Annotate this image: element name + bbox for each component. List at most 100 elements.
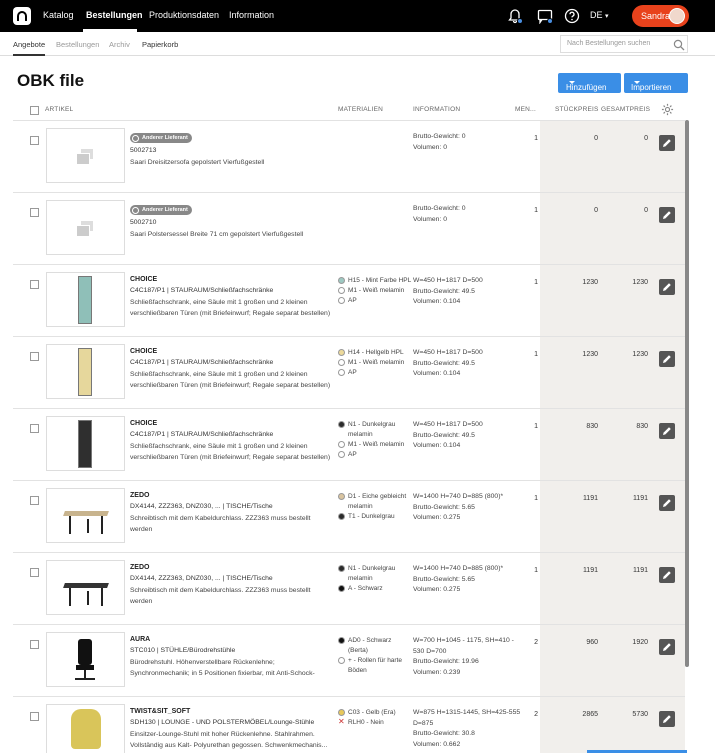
edit-button[interactable] [659, 207, 675, 223]
unit-price: 830 [586, 423, 598, 430]
col-quantity[interactable]: MEN... [515, 106, 536, 113]
row-checkbox[interactable] [30, 424, 39, 433]
info-line: Volumen: 0.239 [413, 668, 461, 676]
quantity-value[interactable]: 2 [523, 639, 538, 646]
row-checkbox[interactable] [30, 640, 39, 649]
row-checkbox[interactable] [30, 352, 39, 361]
product-thumbnail[interactable] [46, 128, 125, 183]
row-checkbox[interactable] [30, 280, 39, 289]
table-row: CHOICE C4C187/P1 | STAURAUM/Schließfachsc… [13, 264, 685, 335]
material-label: M1 - Weiß melamin [348, 441, 405, 448]
material-swatch-icon [338, 287, 345, 294]
material-item: H14 - Hellgelb HPL [338, 348, 413, 358]
select-all-checkbox[interactable] [30, 106, 39, 115]
info-block: W=1400 H=740 D=885 (800)* Brutto-Gewicht:… [413, 564, 523, 596]
user-menu-button[interactable]: Sandra [632, 5, 689, 27]
tab-papierkorb[interactable]: Papierkorb [142, 40, 178, 49]
material-swatch-icon [338, 359, 345, 366]
tab-archiv[interactable]: Archiv [109, 40, 130, 49]
help-icon[interactable] [564, 8, 580, 24]
language-label: DE [590, 10, 603, 20]
product-path: SDH130 | LOUNGE - UND POLSTERMÖBEL/Loung… [130, 719, 315, 726]
info-block: W=875 H=1315-1445, SH=425-555 D=875 Brutt… [413, 708, 523, 750]
info-line: Brutto-Gewicht: 49.5 [413, 431, 475, 439]
product-name[interactable]: CHOICE [130, 348, 157, 355]
row-checkbox[interactable] [30, 568, 39, 577]
product-name[interactable]: ZEDO [130, 564, 149, 571]
quantity-value[interactable]: 1 [523, 495, 538, 502]
add-button[interactable]: Hinzufügen [558, 73, 621, 93]
material-swatch-icon [338, 349, 345, 356]
quantity-value[interactable]: 1 [523, 135, 538, 142]
product-thumbnail[interactable] [46, 272, 125, 327]
total-price: 0 [644, 135, 648, 142]
table-row: Anderer Lieferant 5002710 Saari Polsterses… [13, 192, 685, 263]
product-path: C4C187/P1 | STAURAUM/Schließfachschränke [130, 287, 274, 294]
quantity-value[interactable]: 1 [523, 279, 538, 286]
table-row: ZEDO DX4144, ZZZ363, DNZ030, ... | TISCHE… [13, 552, 685, 623]
product-name[interactable]: ZEDO [130, 492, 149, 499]
product-thumbnail[interactable] [46, 416, 125, 471]
product-thumbnail[interactable] [46, 560, 125, 615]
product-thumbnail[interactable] [46, 344, 125, 399]
quantity-value[interactable]: 2 [523, 711, 538, 718]
info-line: Volumen: 0.104 [413, 370, 461, 377]
edit-button[interactable] [659, 279, 675, 295]
messages-icon[interactable] [537, 8, 553, 25]
import-button[interactable]: Importieren [624, 73, 688, 93]
product-name[interactable]: TWIST&SIT_SOFT [130, 708, 190, 715]
quantity-value[interactable]: 1 [523, 207, 538, 214]
material-label: N1 - Dunkelgrau melamin [348, 565, 396, 582]
edit-button[interactable] [659, 567, 675, 583]
info-block: W=700 H=1045 - 1175, SH=410 - 530 D=700 B… [413, 636, 523, 678]
scrollbar[interactable] [685, 120, 689, 667]
supplier-badge: Anderer Lieferant [130, 205, 192, 215]
material-label: N1 - Dunkelgrau melamin [348, 421, 396, 438]
notification-bell-icon[interactable] [507, 8, 523, 24]
language-selector[interactable]: DE ▾ [590, 10, 609, 20]
edit-button[interactable] [659, 639, 675, 655]
product-thumbnail[interactable] [46, 704, 125, 753]
info-line: W=875 H=1315-1445, SH=425-555 D=875 [413, 709, 521, 727]
product-name[interactable]: CHOICE [130, 276, 157, 283]
quantity-value[interactable]: 1 [523, 423, 538, 430]
product-name[interactable]: CHOICE [130, 420, 157, 427]
tab-angebote[interactable]: Angebote [13, 40, 45, 49]
info-block: Brutto-Gewicht: 0 Volumen: 0 [413, 204, 523, 225]
edit-button[interactable] [659, 423, 675, 439]
search-icon[interactable] [673, 39, 685, 51]
product-thumbnail[interactable] [46, 632, 125, 687]
product-name[interactable]: AURA [130, 636, 150, 643]
materials-list: N1 - Dunkelgrau melamin A - Schwarz [338, 564, 413, 594]
nav-information[interactable]: Information [229, 10, 274, 20]
row-checkbox[interactable] [30, 208, 39, 217]
col-total-price[interactable]: GESAMTPREIS [601, 106, 650, 113]
col-materials[interactable]: MATERIALIEN [338, 106, 383, 113]
nav-katalog[interactable]: Katalog [43, 10, 74, 20]
row-checkbox[interactable] [30, 136, 39, 145]
edit-button[interactable] [659, 351, 675, 367]
product-path: STC010 | STÜHLE/Bürodrehstühle [130, 647, 236, 654]
tab-bestellungen[interactable]: Bestellungen [56, 40, 99, 49]
edit-button[interactable] [659, 495, 675, 511]
app-logo[interactable] [13, 7, 31, 25]
info-line: Brutto-Gewicht: 5.65 [413, 503, 475, 511]
nav-produktionsdaten[interactable]: Produktionsdaten [149, 10, 219, 20]
search-input[interactable]: Nach Bestellungen suchen [560, 35, 688, 53]
col-information[interactable]: INFORMATION [413, 106, 460, 113]
material-label: AP [348, 297, 357, 304]
quantity-value[interactable]: 1 [523, 351, 538, 358]
material-label: AD0 - Schwarz (Berta) [348, 637, 392, 654]
row-checkbox[interactable] [30, 712, 39, 721]
gear-icon[interactable] [661, 103, 674, 116]
col-article[interactable]: ARTIKEL [45, 106, 73, 113]
row-checkbox[interactable] [30, 496, 39, 505]
info-line: Volumen: 0 [413, 215, 448, 223]
col-unit-price[interactable]: STÜCKPREIS [555, 106, 599, 113]
edit-button[interactable] [659, 711, 675, 727]
quantity-value[interactable]: 1 [523, 567, 538, 574]
product-thumbnail[interactable] [46, 488, 125, 543]
nav-bestellungen[interactable]: Bestellungen [86, 10, 143, 20]
product-thumbnail[interactable] [46, 200, 125, 255]
edit-button[interactable] [659, 135, 675, 151]
